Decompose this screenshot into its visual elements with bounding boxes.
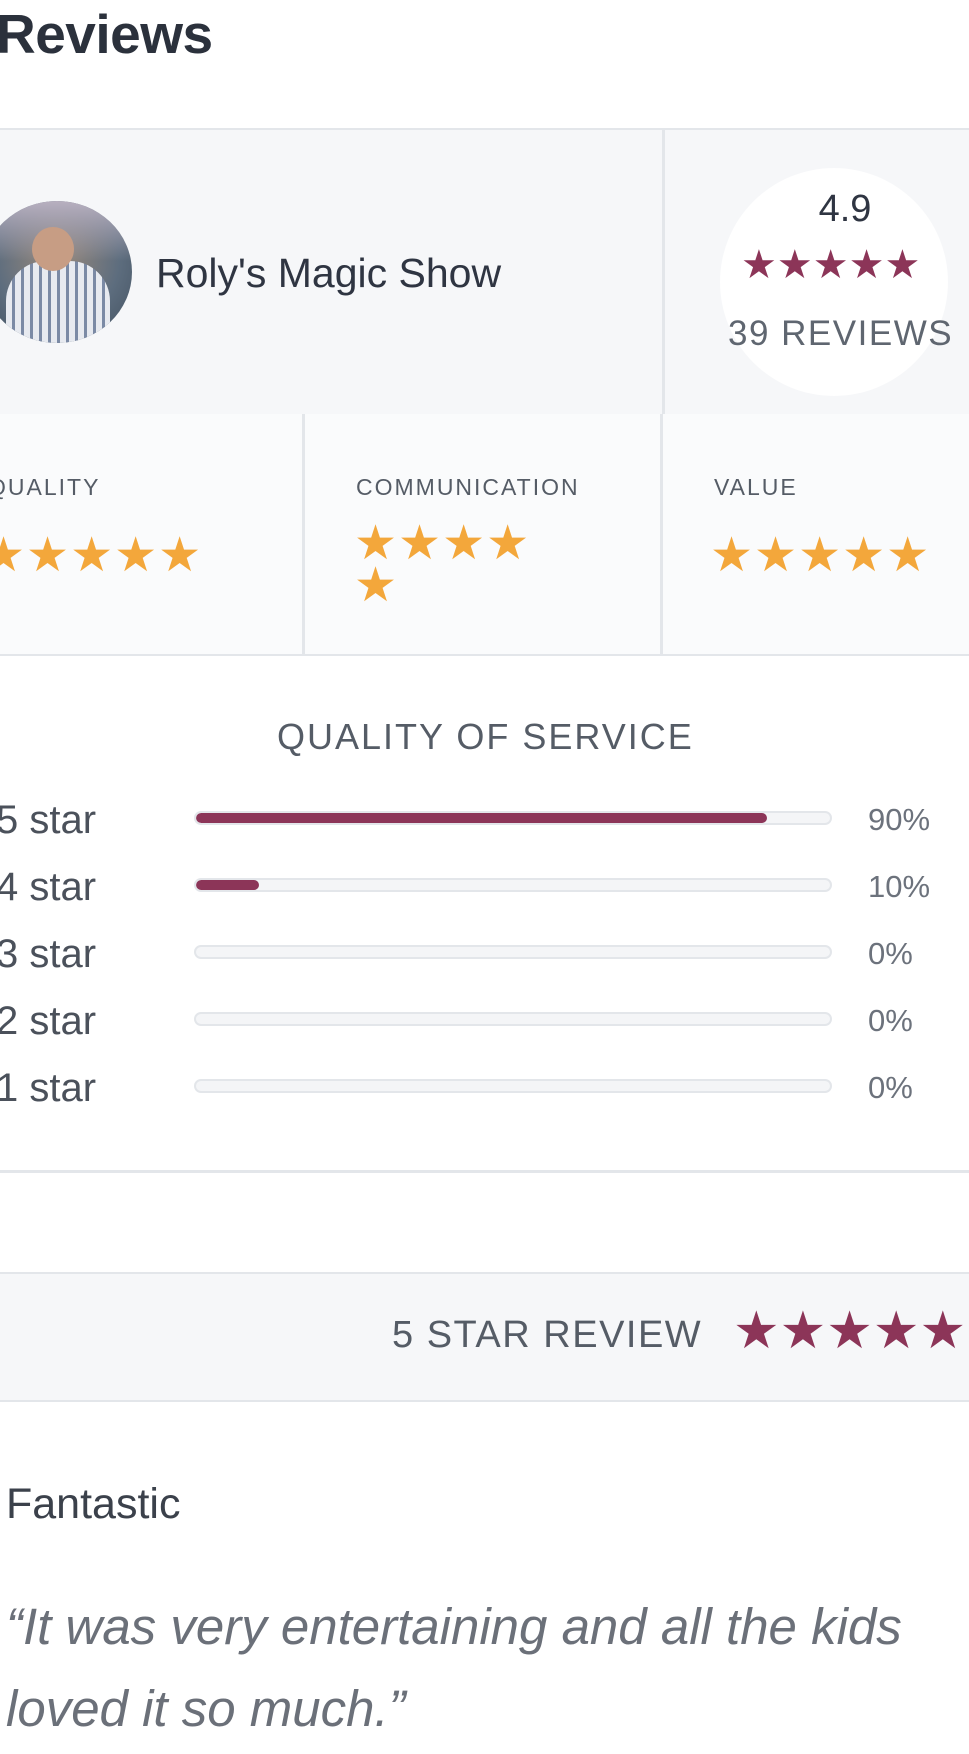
review-quote: “It was very entertaining and all the ki… <box>6 1598 902 1737</box>
rating-bar-label: 3 star <box>0 932 97 976</box>
section-divider <box>0 1170 969 1173</box>
page-title: Reviews <box>0 3 213 65</box>
category-divider <box>302 414 305 656</box>
overall-rating-value: 4.9 <box>818 188 872 230</box>
category-divider <box>660 414 663 656</box>
rating-bar-track <box>194 811 832 825</box>
rating-bar-label: 1 star <box>0 1066 97 1110</box>
review-rating-label: 5 STAR REVIEW <box>392 1314 703 1356</box>
overall-rating-stars-icon: ★★★★★ <box>741 243 921 287</box>
category-label-quality: QUALITY <box>0 474 101 500</box>
rating-bar-track <box>194 878 832 892</box>
rating-bar-percent: 0% <box>868 1003 913 1038</box>
rating-bar-label: 2 star <box>0 999 97 1043</box>
rating-bar-percent: 90% <box>868 802 931 837</box>
quality-stars-icon: ★★★★★ <box>0 529 203 582</box>
summary-divider <box>662 128 665 416</box>
rating-bar-track <box>194 945 832 959</box>
category-label-value: VALUE <box>714 474 798 500</box>
rating-bar-track <box>194 1012 832 1026</box>
rating-bar-fill <box>196 880 260 890</box>
review-count[interactable]: 39 REVIEWS <box>728 314 953 354</box>
rating-bar-fill <box>196 813 767 823</box>
category-label-communication: COMMUNICATION <box>356 474 580 500</box>
rating-bar-track <box>194 1079 832 1093</box>
avatar-shirt <box>6 261 110 343</box>
rating-bar-percent: 10% <box>868 869 931 904</box>
review-stars-icon: ★★★★★ <box>733 1302 967 1360</box>
avatar-head <box>32 227 74 271</box>
communication-stars-overflow-icon: ★ <box>354 559 398 612</box>
quality-of-service-title: QUALITY OF SERVICE <box>277 716 694 757</box>
rating-bar-percent: 0% <box>868 1070 913 1105</box>
review-title: Fantastic <box>6 1480 181 1528</box>
rating-bar-label: 4 star <box>0 865 97 909</box>
performer-name[interactable]: Roly's Magic Show <box>156 250 501 297</box>
rating-bar-label: 5 star <box>0 798 97 842</box>
rating-bar-percent: 0% <box>868 936 913 971</box>
value-stars-icon: ★★★★★ <box>710 529 931 582</box>
